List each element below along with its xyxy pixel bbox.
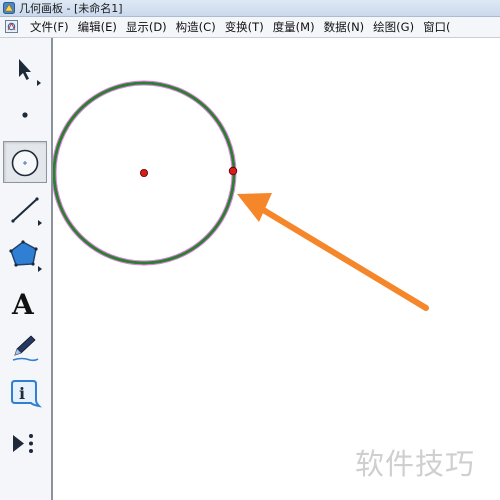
geometers-sketchpad-app-icon: [3, 2, 15, 14]
sketch-canvas[interactable]: [53, 38, 500, 500]
title-bar: 几何画板 - [未命名1]: [0, 0, 500, 17]
polygon-tool[interactable]: [4, 236, 48, 278]
arrow-select-tool[interactable]: [4, 50, 48, 92]
pentagon-icon: [9, 240, 42, 272]
sketch-drawing: [53, 80, 429, 311]
menu-item[interactable]: 构造(C): [174, 17, 223, 37]
straightedge-tool[interactable]: [4, 190, 48, 232]
window-title: 几何画板 - [未命名1]: [19, 2, 123, 15]
watermark: 软件技巧: [355, 447, 476, 481]
menu-item[interactable]: 文件(F): [28, 17, 76, 37]
menu-item[interactable]: 度量(M): [271, 17, 322, 37]
menu-item[interactable]: 绘图(G): [371, 17, 421, 37]
menu-bar: 文件(F) 编辑(E) 显示(D) 构造(C) 变换(T) 度量(M) 数据(N) 绘图(G)…: [0, 17, 500, 38]
text-tool[interactable]: A: [4, 283, 48, 325]
marker-pen-icon: [12, 335, 39, 362]
menu-item[interactable]: 编辑(E): [76, 17, 124, 37]
marker-tool[interactable]: [4, 328, 48, 370]
menu-item[interactable]: 窗口(: [421, 17, 458, 37]
menu-items: 文件(F) 编辑(E) 显示(D) 构造(C) 变换(T) 度量(M) 数据(N) 绘图(G)…: [28, 17, 458, 37]
menu-item[interactable]: 显示(D): [124, 17, 174, 37]
line-segment-icon: [11, 197, 42, 226]
point-tool[interactable]: [4, 94, 48, 136]
text-tool-label: A: [11, 288, 35, 321]
info-tool-label: i: [19, 384, 25, 403]
circle-compass-icon: [11, 149, 39, 177]
circle-radius-point[interactable]: [228, 166, 238, 176]
annotation-arrow-head: [237, 193, 272, 222]
custom-tools-play-icon: [13, 434, 33, 453]
toolbox: A i: [0, 38, 53, 500]
compass-tool[interactable]: [3, 141, 47, 183]
document-icon[interactable]: [5, 20, 18, 33]
information-tool[interactable]: i: [4, 376, 48, 418]
info-bubble-icon: i: [11, 380, 42, 408]
annotation-arrow-shaft: [257, 205, 429, 311]
point-icon: [22, 112, 28, 118]
custom-tools[interactable]: [4, 424, 48, 466]
text-a-icon: A: [11, 288, 35, 321]
circle-center-point[interactable]: [140, 168, 149, 177]
arrow-cursor-icon: [19, 59, 41, 86]
menu-item[interactable]: 变换(T): [223, 17, 271, 37]
menu-item[interactable]: 数据(N): [322, 17, 372, 37]
